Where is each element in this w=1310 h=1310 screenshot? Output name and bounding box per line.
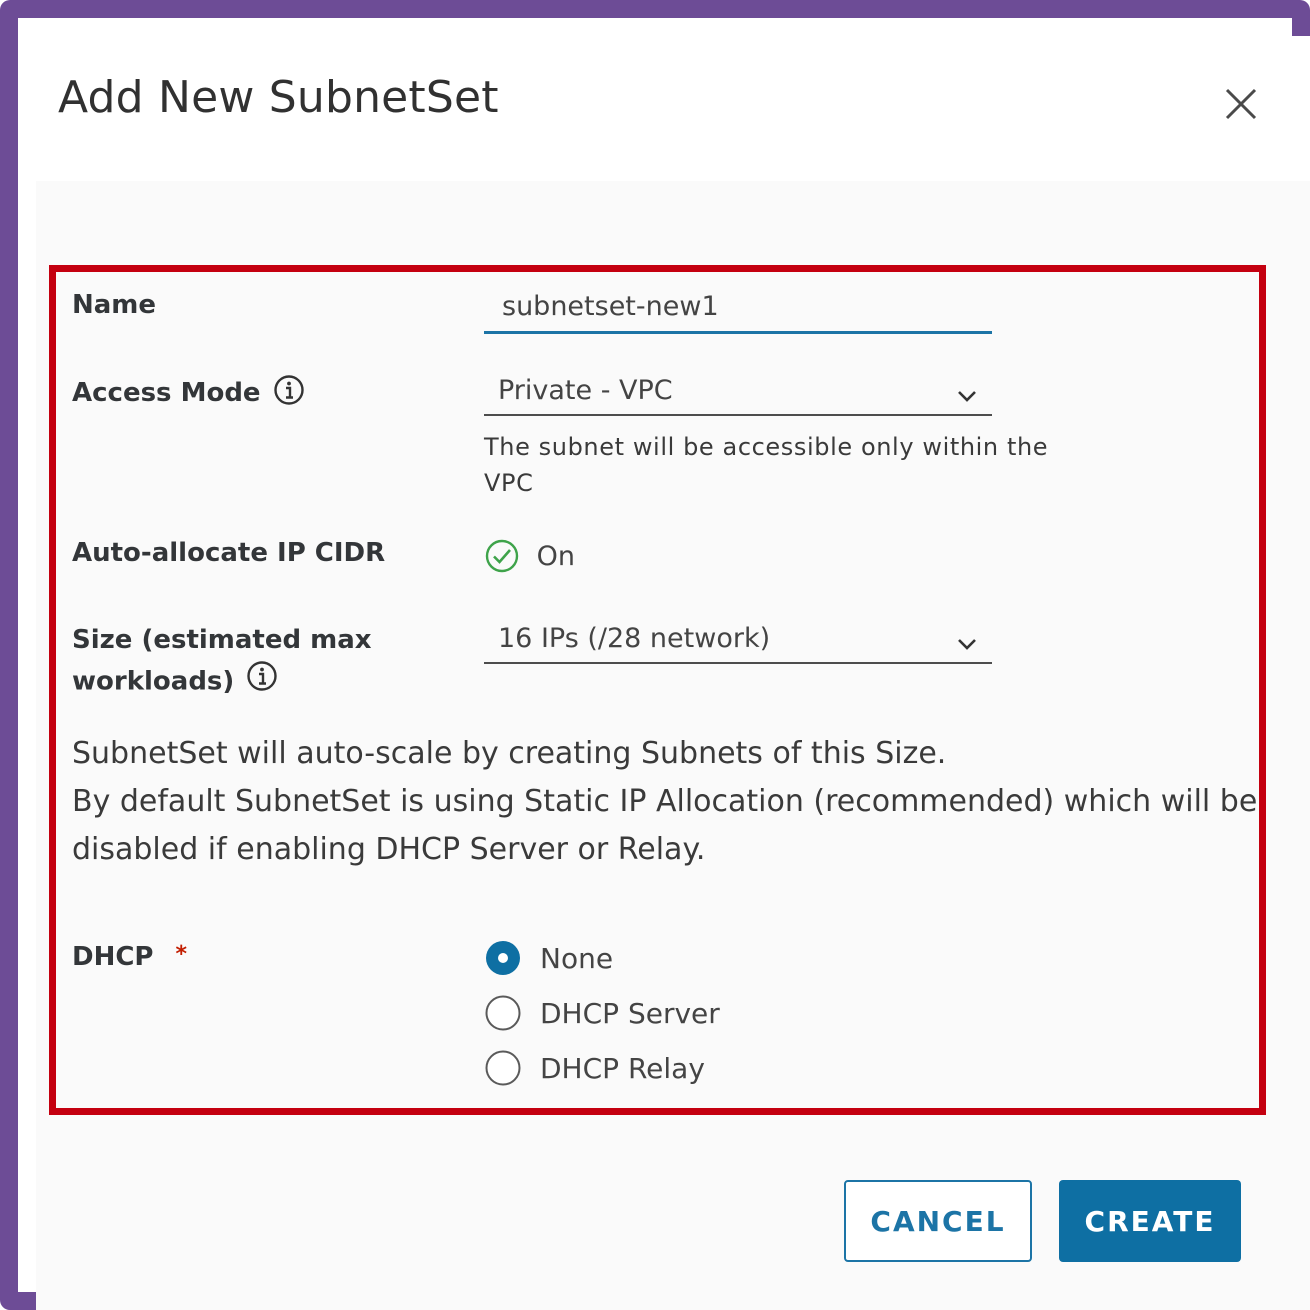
info-icon[interactable]	[246, 660, 278, 704]
description-line2: By default SubnetSet is using Static IP …	[72, 784, 1258, 867]
access-mode-label-row: Access Mode	[72, 374, 305, 413]
description-line1: SubnetSet will auto-scale by creating Su…	[72, 736, 947, 771]
name-input[interactable]: subnetset-new1	[484, 288, 992, 334]
dhcp-option-label: DHCP Relay	[540, 1052, 705, 1085]
access-mode-label: Access Mode	[72, 378, 261, 408]
chevron-down-icon	[956, 378, 978, 420]
radio-selected-icon[interactable]	[484, 939, 522, 977]
size-description: SubnetSet will auto-scale by creating Su…	[72, 730, 1272, 874]
add-subnetset-dialog: Add New SubnetSet Name subnetset-new1 Ac…	[36, 36, 1310, 1310]
dhcp-option-server[interactable]: DHCP Server	[484, 994, 720, 1034]
auto-allocate-state: On	[536, 540, 575, 572]
dhcp-option-relay[interactable]: DHCP Relay	[484, 1049, 705, 1089]
dialog-title: Add New SubnetSet	[58, 72, 499, 123]
close-icon[interactable]	[1221, 84, 1261, 124]
size-label-line2-row: workloads)	[72, 660, 372, 704]
screenshot-frame: Add New SubnetSet Name subnetset-new1 Ac…	[0, 0, 1310, 1310]
auto-allocate-status: On	[484, 538, 575, 574]
required-asterisk: *	[175, 942, 187, 967]
dhcp-label: DHCP	[72, 942, 154, 972]
access-mode-value: Private - VPC	[498, 375, 673, 406]
radio-unselected-icon[interactable]	[484, 1049, 522, 1087]
size-label: Size (estimated max workloads)	[72, 620, 372, 704]
access-mode-helper-text: The subnet will be accessible only withi…	[484, 433, 1049, 497]
dhcp-option-label: DHCP Server	[540, 997, 720, 1030]
dhcp-label-row: DHCP *	[72, 942, 187, 972]
create-button[interactable]: CREATE	[1059, 1180, 1241, 1262]
dialog-header: Add New SubnetSet	[36, 36, 1310, 181]
dhcp-option-none[interactable]: None	[484, 939, 613, 979]
chevron-down-icon	[956, 626, 978, 668]
dhcp-option-label: None	[540, 942, 614, 975]
radio-unselected-icon[interactable]	[484, 994, 522, 1032]
size-select[interactable]: 16 IPs (/28 network)	[484, 618, 992, 664]
auto-allocate-label: Auto-allocate IP CIDR	[72, 538, 386, 568]
cancel-button[interactable]: CANCEL	[844, 1180, 1032, 1262]
name-label: Name	[72, 290, 157, 320]
access-mode-select[interactable]: Private - VPC	[484, 370, 992, 416]
info-icon[interactable]	[273, 374, 305, 413]
size-label-line2: workloads)	[72, 666, 235, 697]
check-circle-icon	[484, 539, 520, 573]
size-value: 16 IPs (/28 network)	[498, 623, 771, 654]
size-label-line1: Size (estimated max	[72, 625, 372, 655]
